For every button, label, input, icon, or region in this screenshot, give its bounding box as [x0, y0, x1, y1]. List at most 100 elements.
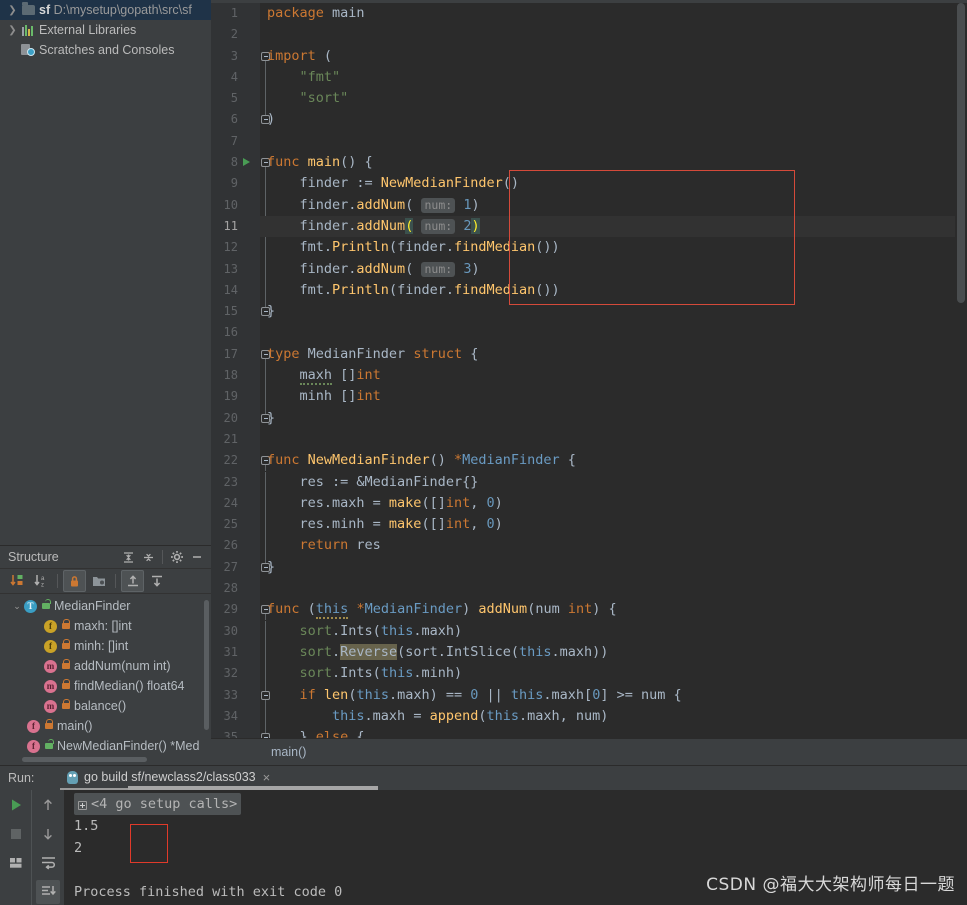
code-line-26[interactable]: return res	[260, 535, 955, 556]
code-line-34[interactable]: this.maxh = append(this.maxh, num)	[260, 706, 955, 727]
code-line-10[interactable]: finder.addNum( num: 1)	[260, 195, 955, 216]
code-line-19[interactable]: minh []int	[260, 386, 955, 407]
line-number: 17	[223, 346, 238, 361]
scroll-to-source-icon[interactable]	[145, 570, 168, 592]
code-text-area[interactable]: package main import ( "fmt" "sort" ) fun…	[260, 3, 955, 738]
line-number: 24	[223, 495, 238, 510]
group-icon[interactable]	[87, 570, 110, 592]
field-badge: f	[44, 619, 57, 633]
gear-icon[interactable]	[167, 547, 187, 567]
line-number: 19	[223, 389, 238, 404]
structure-item-minh[interactable]: f minh: []int	[0, 636, 211, 656]
scroll-to-end-button[interactable]	[32, 877, 64, 905]
structure-tree: ⌄ T MedianFinder f maxh: []int f minh: […	[0, 594, 211, 762]
scroll-from-source-icon[interactable]	[121, 570, 144, 592]
code-line-24[interactable]: res.maxh = make([]int, 0)	[260, 493, 955, 514]
chevron-right-icon[interactable]: ❯	[6, 5, 19, 16]
code-line-7[interactable]	[260, 131, 955, 152]
collapse-all-icon[interactable]	[138, 547, 158, 567]
structure-item-newmedianfinder[interactable]: f NewMedianFinder() *Med	[0, 736, 211, 756]
editor-scrollbar-thumb[interactable]	[957, 3, 965, 303]
expand-plus-icon[interactable]	[78, 800, 87, 810]
code-line-32[interactable]: sort.Ints(this.minh)	[260, 663, 955, 684]
gutter-marker-column	[241, 3, 260, 173]
close-icon[interactable]: ×	[263, 770, 271, 785]
collapsed-fold: <4 go setup calls>	[74, 793, 242, 815]
structure-item-medianfinder[interactable]: ⌄ T MedianFinder	[0, 596, 211, 616]
code-line-13[interactable]: finder.addNum( num: 3)	[260, 259, 955, 280]
project-tree-item-external-libraries[interactable]: ❯ External Libraries	[0, 20, 211, 40]
code-line-14[interactable]: fmt.Println(finder.findMedian())	[260, 280, 955, 301]
code-line-25[interactable]: res.minh = make([]int, 0)	[260, 514, 955, 535]
code-line-16[interactable]	[260, 322, 955, 343]
code-line-3[interactable]: import (	[260, 46, 955, 67]
project-tree-item-sf[interactable]: ❯ sf D:\mysetup\gopath\src\sf	[0, 0, 211, 20]
previous-occurrence-button[interactable]	[32, 790, 64, 819]
library-icon	[19, 24, 37, 36]
sort-by-visibility-icon[interactable]	[5, 570, 28, 592]
line-number: 30	[223, 623, 238, 638]
line-number: 16	[223, 325, 238, 340]
run-gutter-icon[interactable]	[241, 152, 260, 173]
structure-item-addnum[interactable]: m addNum(num int)	[0, 656, 211, 676]
code-line-28[interactable]	[260, 578, 955, 599]
line-number: 12	[223, 240, 238, 255]
code-line-29[interactable]: func (this *MedianFinder) addNum(num int…	[260, 599, 955, 620]
code-line-2[interactable]	[260, 24, 955, 45]
breadcrumb[interactable]: main()	[211, 738, 967, 765]
next-occurrence-button[interactable]	[32, 819, 64, 848]
code-line-27[interactable]: }	[260, 557, 955, 578]
project-tree-item-scratches[interactable]: ❯ Scratches and Consoles	[0, 40, 211, 60]
code-line-23[interactable]: res := &MedianFinder{}	[260, 472, 955, 493]
code-line-9[interactable]: finder := NewMedianFinder()	[260, 173, 955, 194]
structure-item-findmedian[interactable]: m findMedian() float64	[0, 676, 211, 696]
structure-horizontal-scrollbar[interactable]	[22, 757, 147, 762]
structure-vertical-scrollbar[interactable]	[204, 600, 209, 730]
code-line-4[interactable]: "fmt"	[260, 67, 955, 88]
line-number-current: 11	[223, 218, 238, 233]
console-fold-row[interactable]: <4 go setup calls>	[64, 793, 967, 815]
breadcrumb-item-main[interactable]: main()	[271, 745, 306, 759]
minimize-icon[interactable]	[187, 547, 207, 567]
line-number: 28	[223, 581, 238, 596]
code-editor[interactable]: 1 2 3 4 5 6 7 8 9 10 11 12 13 14 15 16 1…	[211, 0, 967, 765]
sort-alphabetically-icon[interactable]: a z	[29, 570, 52, 592]
show-non-public-icon[interactable]	[63, 570, 86, 592]
code-line-21[interactable]	[260, 429, 955, 450]
code-line-22[interactable]: func NewMedianFinder() *MedianFinder {	[260, 450, 955, 471]
line-number: 29	[223, 602, 238, 617]
code-line-12[interactable]: fmt.Println(finder.findMedian())	[260, 237, 955, 258]
code-line-33[interactable]: if len(this.maxh) == 0 || this.maxh[0] >…	[260, 685, 955, 706]
method-badge: m	[44, 699, 57, 713]
left-tool-column: ❯ sf D:\mysetup\gopath\src\sf ❯ External…	[0, 0, 211, 765]
structure-item-main[interactable]: f main()	[0, 716, 211, 736]
code-line-8[interactable]: func main() {	[260, 152, 955, 173]
code-line-11[interactable]: finder.addNum( num: 2)	[260, 215, 955, 238]
expand-all-icon[interactable]	[118, 547, 138, 567]
editor-scrollbar[interactable]	[955, 3, 967, 738]
structure-item-balance[interactable]: m balance()	[0, 696, 211, 716]
code-line-35[interactable]: } else {	[260, 727, 955, 738]
code-line-5[interactable]: "sort"	[260, 88, 955, 109]
code-line-20[interactable]: }	[260, 408, 955, 429]
code-line-1[interactable]: package main	[260, 3, 955, 24]
structure-item-maxh[interactable]: f maxh: []int	[0, 616, 211, 636]
code-line-6[interactable]: )	[260, 109, 955, 130]
line-number: 34	[223, 708, 238, 723]
chevron-down-icon[interactable]: ⌄	[10, 601, 24, 612]
stop-button[interactable]	[0, 819, 31, 848]
code-line-18[interactable]: maxh []int	[260, 365, 955, 386]
editor-gutter[interactable]: 1 2 3 4 5 6 7 8 9 10 11 12 13 14 15 16 1…	[211, 3, 260, 744]
line-number: 25	[223, 517, 238, 532]
soft-wrap-button[interactable]	[32, 848, 64, 877]
project-tree-item-path: D:\mysetup\gopath\src\sf	[53, 3, 192, 17]
code-line-17[interactable]: type MedianFinder struct {	[260, 344, 955, 365]
code-line-31[interactable]: sort.Reverse(sort.IntSlice(this.maxh))	[260, 642, 955, 663]
rerun-button[interactable]	[0, 790, 31, 819]
chevron-right-icon[interactable]: ❯	[6, 25, 19, 36]
method-badge: m	[44, 679, 57, 693]
console-top-divider	[128, 786, 378, 790]
code-line-30[interactable]: sort.Ints(this.maxh)	[260, 621, 955, 642]
layout-button[interactable]	[0, 848, 31, 877]
code-line-15[interactable]: }	[260, 301, 955, 322]
